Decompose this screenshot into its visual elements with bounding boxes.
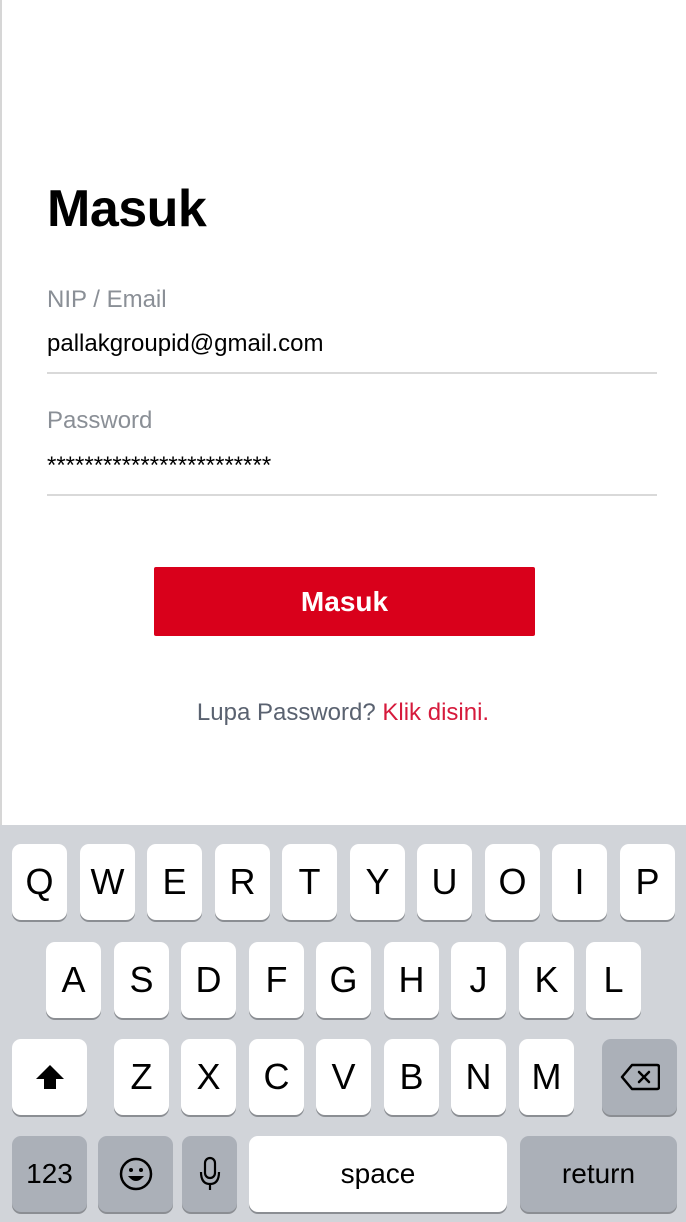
- key-a[interactable]: A: [46, 942, 101, 1018]
- key-c[interactable]: C: [249, 1039, 304, 1115]
- key-o[interactable]: O: [485, 844, 540, 920]
- page-title: Masuk: [47, 180, 207, 238]
- password-field[interactable]: ************************: [47, 451, 271, 481]
- forgot-password-row: Lupa Password? Klik disini.: [0, 697, 686, 729]
- key-v[interactable]: V: [316, 1039, 371, 1115]
- key-z[interactable]: Z: [114, 1039, 169, 1115]
- key-b[interactable]: B: [384, 1039, 439, 1115]
- key-d[interactable]: D: [181, 942, 236, 1018]
- forgot-password-link[interactable]: Klik disini.: [382, 699, 489, 726]
- key-k[interactable]: K: [519, 942, 574, 1018]
- password-field-underline: [47, 494, 657, 496]
- key-u[interactable]: U: [417, 844, 472, 920]
- email-label: NIP / Email: [47, 286, 167, 313]
- key-q[interactable]: Q: [12, 844, 67, 920]
- numbers-key[interactable]: 123: [12, 1136, 87, 1212]
- return-key[interactable]: return: [520, 1136, 677, 1212]
- key-m[interactable]: M: [519, 1039, 574, 1115]
- login-button[interactable]: Masuk: [154, 567, 535, 636]
- key-r[interactable]: R: [215, 844, 270, 920]
- forgot-password-text: Lupa Password?: [196, 699, 376, 726]
- key-g[interactable]: G: [316, 942, 371, 1018]
- key-t[interactable]: T: [282, 844, 337, 920]
- key-j[interactable]: J: [451, 942, 506, 1018]
- emoji-icon: [118, 1156, 154, 1192]
- space-key[interactable]: space: [249, 1136, 507, 1212]
- backspace-icon: [620, 1063, 660, 1091]
- microphone-key[interactable]: [182, 1136, 237, 1212]
- key-e[interactable]: E: [147, 844, 202, 920]
- login-button-label: Masuk: [300, 585, 389, 617]
- key-l[interactable]: L: [586, 942, 641, 1018]
- key-i[interactable]: I: [552, 844, 607, 920]
- key-w[interactable]: W: [80, 844, 135, 920]
- key-y[interactable]: Y: [350, 844, 405, 920]
- backspace-key[interactable]: [602, 1039, 677, 1115]
- key-s[interactable]: S: [114, 942, 169, 1018]
- password-label: Password: [47, 407, 153, 434]
- email-field-underline: [47, 372, 657, 374]
- keyboard: Q W E R T Y U O I P A S D F G H J K L Z …: [0, 825, 686, 1222]
- email-field[interactable]: pallakgroupid@gmail.com: [47, 329, 324, 359]
- key-p[interactable]: P: [620, 844, 675, 920]
- key-n[interactable]: N: [451, 1039, 506, 1115]
- key-h[interactable]: H: [384, 942, 439, 1018]
- shift-key[interactable]: [12, 1039, 87, 1115]
- shift-icon: [35, 1064, 65, 1090]
- key-f[interactable]: F: [249, 942, 304, 1018]
- key-x[interactable]: X: [181, 1039, 236, 1115]
- microphone-icon: [198, 1156, 222, 1192]
- emoji-key[interactable]: [98, 1136, 173, 1212]
